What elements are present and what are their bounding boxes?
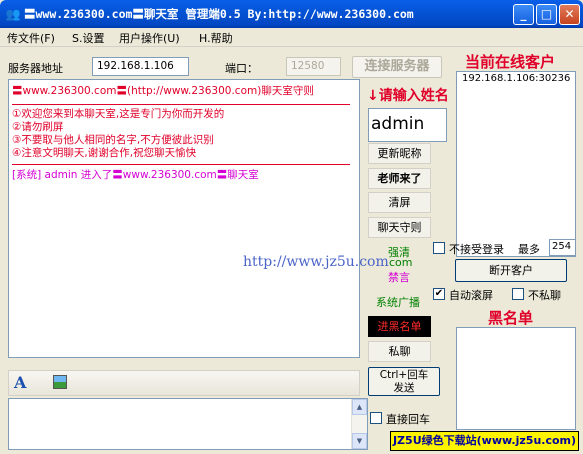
menu-settings[interactable]: S.设置 <box>72 30 104 46</box>
divider <box>12 164 350 165</box>
chat-app-icon: 👥 <box>5 7 21 21</box>
com-label: com <box>389 256 413 269</box>
menu-user-ops[interactable]: 用户操作(U) <box>119 30 180 46</box>
chat-line: 〓www.236300.com〓(http://www.236300.com)聊… <box>12 85 314 97</box>
server-address-label: 服务器地址 <box>8 62 63 75</box>
scroll-down-icon[interactable]: ▼ <box>352 433 367 449</box>
chat-line: ④注意文明聊天,谢谢合作,祝您聊天愉快 <box>12 147 197 159</box>
mute-link[interactable]: 禁言 <box>388 269 410 285</box>
max-clients-input[interactable]: 254 <box>549 239 576 256</box>
blacklist-heading: 黑名单 <box>488 309 534 327</box>
chat-log[interactable]: 〓www.236300.com〓(http://www.236300.com)聊… <box>8 79 360 358</box>
enter-send-label: 直接回车 <box>386 413 430 426</box>
watermark-text: http://www.jz5u.com <box>243 254 389 270</box>
menu-file-transfer[interactable]: 传文件(F) <box>7 30 55 46</box>
format-toolbar: A <box>8 370 360 396</box>
server-address-input[interactable]: 192.168.1.106 <box>92 57 189 76</box>
divider <box>12 104 350 105</box>
scrollbar[interactable]: ▲ ▼ <box>351 399 367 449</box>
disconnect-client-button[interactable]: 断开客户 <box>455 259 567 282</box>
add-to-blacklist-button[interactable]: 进黑名单 <box>368 316 431 337</box>
clear-screen-button[interactable]: 清屏 <box>368 192 431 213</box>
autoscroll-label: 自动滚屏 <box>449 289 493 302</box>
teacher-coming-button[interactable]: 老师来了 <box>368 168 431 189</box>
client-item[interactable]: 192.168.1.106:30236 <box>462 73 570 84</box>
menu-bar: 传文件(F) S.设置 用户操作(U) H.帮助 <box>0 28 583 47</box>
blacklist-list[interactable] <box>456 327 576 430</box>
name-prompt: ↓请输入姓名 <box>367 88 449 104</box>
name-input[interactable]: admin <box>368 108 447 142</box>
reject-login-label: 不接受登录 <box>449 243 504 256</box>
footer-logo: JZ5U绿色下载站(www.jz5u.com) <box>390 431 579 451</box>
no-private-label: 不私聊 <box>528 289 561 302</box>
minimize-button[interactable]: _ <box>513 4 534 25</box>
font-icon[interactable]: A <box>14 373 32 393</box>
image-icon[interactable] <box>53 375 67 389</box>
system-message: [系统] admin 进入了〓www.236300.com〓聊天室 <box>12 169 259 181</box>
message-input[interactable]: ▲ ▼ <box>8 398 368 450</box>
max-clients-label: 最多 <box>518 243 540 256</box>
autoscroll-checkbox[interactable]: ✔ <box>433 288 445 300</box>
scroll-up-icon[interactable]: ▲ <box>352 399 367 415</box>
rename-button[interactable]: 更新昵称 <box>368 143 431 164</box>
title-bar[interactable]: 👥 〓www.236300.com〓聊天室 管理端0.5 By:http://w… <box>0 0 583 28</box>
close-button[interactable]: ✕ <box>559 4 580 25</box>
reject-login-checkbox[interactable] <box>433 242 445 254</box>
broadcast-link[interactable]: 系统广播 <box>376 294 420 310</box>
port-label: 端口： <box>225 62 258 75</box>
connect-server-button[interactable]: 连接服务器 <box>352 56 442 78</box>
enter-send-checkbox[interactable] <box>370 412 382 424</box>
no-private-checkbox[interactable] <box>512 288 524 300</box>
client-list[interactable]: 192.168.1.106:30236 <box>456 71 576 257</box>
window-title: 〓www.236300.com〓聊天室 管理端0.5 By:http://www… <box>24 7 414 21</box>
online-clients-heading: 当前在线客户 <box>465 53 556 71</box>
port-input[interactable]: 12580 <box>286 57 341 76</box>
menu-help[interactable]: H.帮助 <box>199 30 233 46</box>
maximize-button[interactable]: □ <box>536 4 557 25</box>
chat-rules-button[interactable]: 聊天守则 <box>368 217 431 238</box>
send-button[interactable]: Ctrl+回车 发送 <box>368 367 440 396</box>
private-chat-button[interactable]: 私聊 <box>368 341 431 362</box>
